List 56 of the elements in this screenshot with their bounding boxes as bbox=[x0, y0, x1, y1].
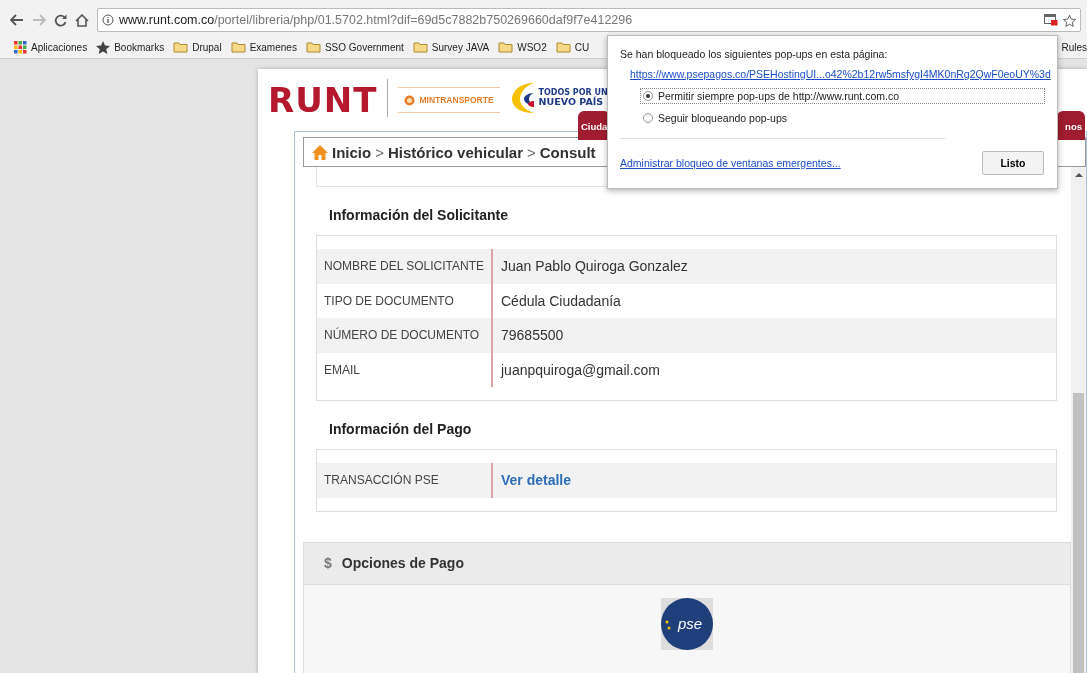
runt-logo: RUNT bbox=[268, 79, 378, 117]
radio-option[interactable]: Permitir siempre pop-ups de http://www.runt.com.co bbox=[640, 88, 1045, 104]
folder-icon bbox=[230, 41, 246, 53]
manage-link[interactable]: Administrar bloqueo de ventanas emergentes... bbox=[620, 157, 841, 169]
field-label: EMAIL bbox=[317, 352, 493, 387]
reload-icon[interactable] bbox=[54, 13, 67, 27]
star-icon[interactable] bbox=[1063, 13, 1076, 27]
field-label: NÚMERO DE DOCUMENTO bbox=[317, 318, 493, 353]
bookmark-item[interactable]: Examenes bbox=[230, 41, 297, 53]
scrollbar[interactable] bbox=[1071, 167, 1086, 673]
ministry-logo: MINTRANSPORTE bbox=[398, 87, 500, 113]
folder-icon bbox=[305, 41, 321, 53]
payment-title: Opciones de Pago bbox=[341, 555, 464, 571]
field-value: Cédula Ciudadanía bbox=[500, 292, 621, 309]
radio-button[interactable] bbox=[643, 113, 653, 123]
done-button[interactable]: Listo bbox=[982, 151, 1044, 175]
detail-link[interactable]: Ver detalle bbox=[493, 472, 572, 489]
breadcrumb-link[interactable]: Histórico vehicular bbox=[387, 143, 523, 161]
address-bar[interactable]: www.runt.com.co/portel/libreria/php/01.5702.html?dif=69d5c7882b750269660daf9f7e412296 bbox=[97, 8, 1081, 32]
field-value: 79685500 bbox=[500, 327, 564, 344]
back-icon[interactable] bbox=[10, 14, 24, 26]
folder-icon bbox=[555, 41, 571, 53]
folder-icon bbox=[498, 41, 514, 53]
blocked-popup-icon[interactable] bbox=[1044, 14, 1058, 26]
blocked-url-link[interactable]: https://www.psepagos.co/PSEHostingUI...o42%2b12rw5msfygI4MK0nRg2QwF0eoUY%3d bbox=[630, 68, 1051, 80]
pse-logo[interactable]: pse bbox=[661, 597, 713, 650]
breadcrumb-separator: > bbox=[375, 143, 384, 161]
star-icon bbox=[96, 40, 111, 54]
popup-message: Se han bloqueado los siguientes pop-ups en esta página: bbox=[620, 48, 889, 60]
folder-icon bbox=[173, 41, 189, 53]
breadcrumb-separator: > bbox=[527, 143, 536, 161]
bookmark-item[interactable]: Aplicaciones bbox=[14, 40, 88, 54]
bookmark-item[interactable]: Survey JAVA bbox=[412, 41, 490, 53]
field-value: juanpquiroga@gmail.com bbox=[499, 361, 660, 378]
section-title: Información del Solicitante bbox=[328, 206, 509, 225]
info-icon bbox=[102, 14, 114, 26]
field-label: TRANSACCIÓN PSE bbox=[317, 463, 493, 498]
radio-button[interactable] bbox=[643, 91, 653, 101]
bookmark-item[interactable]: Bookmarks bbox=[96, 40, 165, 54]
nav-tab[interactable]: nos bbox=[1057, 111, 1085, 140]
field-value: Juan Pablo Quiroga Gonzalez bbox=[500, 258, 688, 275]
radio-option[interactable]: Seguir bloqueando pop-ups bbox=[640, 110, 1045, 126]
field-label: NOMBRE DEL SOLICITANTE bbox=[317, 249, 493, 284]
apps-icon bbox=[14, 40, 27, 54]
breadcrumb-link[interactable]: Consult bbox=[539, 143, 596, 161]
folder-icon bbox=[412, 41, 428, 53]
bookmark-item[interactable]: Rules bbox=[1061, 41, 1087, 53]
bookmark-item[interactable]: CU bbox=[555, 41, 590, 53]
bookmark-item[interactable]: Drupal bbox=[173, 41, 222, 53]
dollar-icon: $ bbox=[324, 555, 332, 571]
bookmark-item[interactable]: WSO2 bbox=[498, 41, 547, 53]
breadcrumb-link[interactable]: Inicio bbox=[332, 143, 372, 161]
home-icon[interactable] bbox=[75, 13, 89, 27]
scroll-up-icon[interactable] bbox=[1074, 172, 1083, 178]
bookmark-item[interactable]: SSO Government bbox=[305, 41, 404, 53]
section-title: Información del Pago bbox=[328, 420, 473, 439]
